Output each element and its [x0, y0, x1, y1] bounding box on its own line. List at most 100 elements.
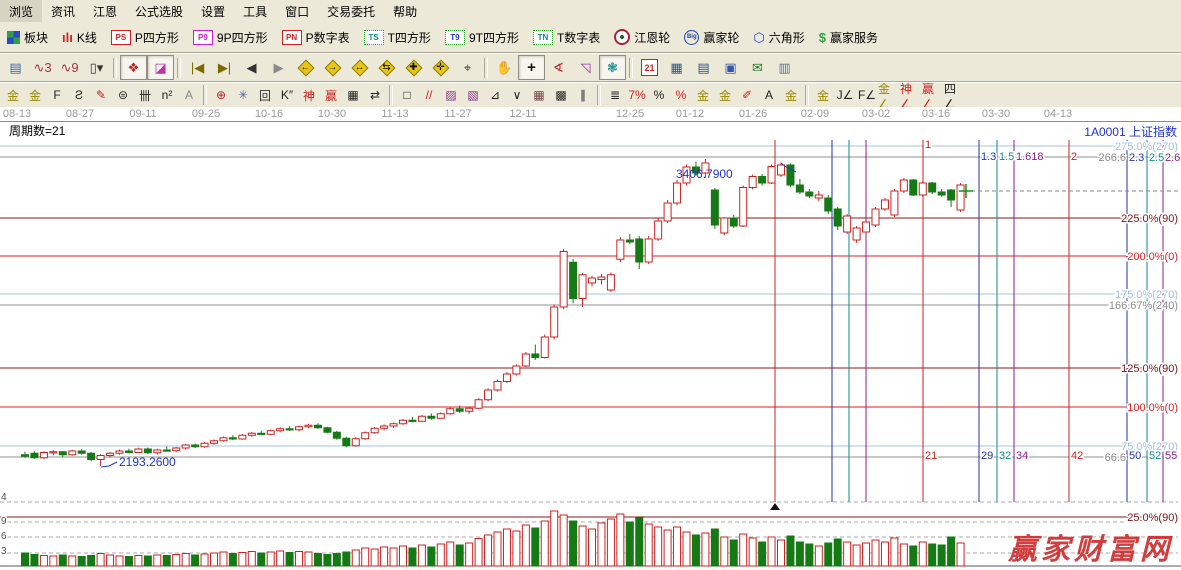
save-icon[interactable]: ▣ — [717, 55, 744, 80]
angle-measure-icon[interactable]: ∢ — [545, 55, 572, 80]
angle-lines-icon[interactable]: ⊿ — [484, 85, 506, 105]
shortcut-9p-square[interactable]: P99P四方形 — [186, 27, 275, 48]
parallel-lines-icon[interactable]: ∥ — [572, 85, 594, 105]
gold-circle-icon[interactable]: 金 — [692, 85, 714, 105]
t-number-table-icon: TN — [533, 30, 553, 45]
gann-grid-icon[interactable]: ▧ — [462, 85, 484, 105]
indicator-panel-icon[interactable]: ◪ — [147, 55, 174, 80]
shrink-right-icon[interactable]: → — [319, 55, 346, 80]
wave-3-icon[interactable]: ∿3 — [29, 55, 56, 80]
circle-ruler-icon[interactable]: ⊜ — [112, 85, 134, 105]
notes-icon[interactable]: ▤ — [690, 55, 717, 80]
shen-angle-icon[interactable]: 神∠ — [900, 85, 922, 105]
full-cross-icon[interactable]: ✛ — [427, 55, 454, 80]
mail-icon[interactable]: ✉ — [744, 55, 771, 80]
shen-tool-icon[interactable]: 神 — [298, 85, 320, 105]
skip-last-icon[interactable]: ▶| — [211, 55, 238, 80]
crosshair-icon[interactable]: + — [518, 55, 545, 80]
shortcut-winner-wheel[interactable]: Big赢家轮 — [677, 27, 746, 48]
shortcut-p-number-table[interactable]: PNP数字表 — [275, 27, 357, 48]
calendar-21-icon[interactable]: 21 — [636, 55, 663, 80]
shortcut-p-square[interactable]: PSP四方形 — [104, 27, 186, 48]
chart-area[interactable]: 275.0%(270)266.6225.0%(90)200.0%(0)175.0… — [0, 122, 1181, 570]
kline-style-icon[interactable]: ▯▾ — [83, 55, 110, 80]
menu-item-trade-order[interactable]: 交易委托 — [318, 0, 384, 23]
f-tool-icon[interactable]: F — [46, 85, 68, 105]
gold-wave-icon[interactable]: 金 — [780, 85, 802, 105]
shortcut-t-square[interactable]: TST四方形 — [357, 27, 438, 48]
zigzag-icon[interactable]: ∨ — [506, 85, 528, 105]
k-mark-icon[interactable]: K″ — [276, 85, 298, 105]
menu-item-browse[interactable]: 浏览 — [0, 0, 42, 23]
wave-9-icon[interactable]: ∿9 — [56, 55, 83, 80]
target-circle-icon[interactable]: ⊕ — [210, 85, 232, 105]
shrink-left-icon[interactable]: ← — [292, 55, 319, 80]
shortcut-sector-blocks[interactable]: 板块 — [0, 27, 55, 48]
shortcut-winner-service[interactable]: $赢家服务 — [812, 27, 885, 48]
arc-icon[interactable]: A — [178, 85, 200, 105]
gann-wheel-icon — [614, 29, 630, 45]
percent-line-icon[interactable]: % — [670, 85, 692, 105]
menu-item-formula-stock-pick[interactable]: 公式选股 — [126, 0, 192, 23]
shortcut-t-number-table[interactable]: TNT数字表 — [526, 27, 607, 48]
gold-underline-icon[interactable]: 金 — [812, 85, 834, 105]
fan-lines-icon[interactable]: // — [418, 85, 440, 105]
gann-fan-icon[interactable]: ◹ — [572, 55, 599, 80]
percent-retrace-icon[interactable]: 7% — [626, 85, 648, 105]
price-ladder-icon[interactable]: ≣ — [604, 85, 626, 105]
gold-lines-icon[interactable]: 金 — [714, 85, 736, 105]
ying-tool-icon[interactable]: 赢 — [320, 85, 342, 105]
date-tick: 02-09 — [801, 108, 829, 120]
quote-list-icon[interactable]: ▤ — [2, 55, 29, 80]
ying-angle-icon[interactable]: 赢∠ — [922, 85, 944, 105]
menu-item-news[interactable]: 资讯 — [42, 0, 84, 23]
shortcut-hexagon[interactable]: ⬡六角形 — [746, 27, 811, 48]
brush-icon[interactable]: ✎ — [90, 85, 112, 105]
pattern-tool-icon[interactable]: ❖ — [120, 55, 147, 80]
f-angle-icon[interactable]: F∠ — [856, 85, 878, 105]
box-tool-icon[interactable]: □ — [396, 85, 418, 105]
gold-grid-icon[interactable]: 金 — [2, 85, 24, 105]
n-square-icon[interactable]: n² — [156, 85, 178, 105]
menu-item-settings[interactable]: 设置 — [192, 0, 234, 23]
a-wave-icon[interactable]: A — [758, 85, 780, 105]
arrow-glyph: ↔ — [351, 60, 368, 75]
number-grid-icon[interactable]: ▦ — [342, 85, 364, 105]
tally-icon[interactable]: 卌 — [134, 85, 156, 105]
menu-item-gann[interactable]: 江恩 — [84, 0, 126, 23]
percent-icon[interactable]: % — [648, 85, 670, 105]
menu-item-help[interactable]: 帮助 — [384, 0, 426, 23]
bar-pencil-icon[interactable]: ✐ — [736, 85, 758, 105]
shortcut-9t-square[interactable]: T99T四方形 — [438, 27, 526, 48]
gann-box-icon[interactable]: ▨ — [440, 85, 462, 105]
j-angle-icon[interactable]: J∠ — [834, 85, 856, 105]
spiral-icon[interactable]: Ƨ — [68, 85, 90, 105]
prev-icon[interactable]: ◀ — [238, 55, 265, 80]
computer-icon[interactable]: ▥ — [771, 55, 798, 80]
expand-cross-icon[interactable]: ✚ — [400, 55, 427, 80]
neural-icon[interactable]: ❃ — [599, 55, 626, 80]
skip-first-icon[interactable]: |◀ — [184, 55, 211, 80]
kline-chart-canvas[interactable]: 275.0%(270)266.6225.0%(90)200.0%(0)175.0… — [0, 122, 1181, 570]
star-grid-icon[interactable]: ✳ — [232, 85, 254, 105]
menu-item-window[interactable]: 窗口 — [276, 0, 318, 23]
svg-text:4: 4 — [1, 492, 7, 503]
pin-icon[interactable]: ⌖ — [454, 55, 481, 80]
next-icon[interactable]: ▶ — [265, 55, 292, 80]
gold-angle-icon[interactable]: 金∠ — [878, 85, 900, 105]
square-grid-icon[interactable]: 回 — [254, 85, 276, 105]
low-price-annotation: 2193.2600 — [119, 455, 176, 469]
grid-arrow-icon[interactable]: ▩ — [550, 85, 572, 105]
shortcut-gann-wheel[interactable]: 江恩轮 — [607, 27, 677, 48]
svg-text:32: 32 — [999, 450, 1011, 462]
calculator-icon[interactable]: ▦ — [663, 55, 690, 80]
gold-grid2-icon[interactable]: 金 — [24, 85, 46, 105]
span-arrows-icon[interactable]: ⇄ — [364, 85, 386, 105]
compress-time-icon[interactable]: ⇆ — [373, 55, 400, 80]
menu-item-tools[interactable]: 工具 — [234, 0, 276, 23]
si-angle-icon[interactable]: 四∠ — [944, 85, 966, 105]
grid-dots-icon[interactable]: ▦ — [528, 85, 550, 105]
pan-hand-icon[interactable]: ✋ — [491, 55, 518, 80]
shortcut-kline[interactable]: ılıK线 — [55, 27, 104, 48]
zoom-horizontal-icon[interactable]: ↔ — [346, 55, 373, 80]
